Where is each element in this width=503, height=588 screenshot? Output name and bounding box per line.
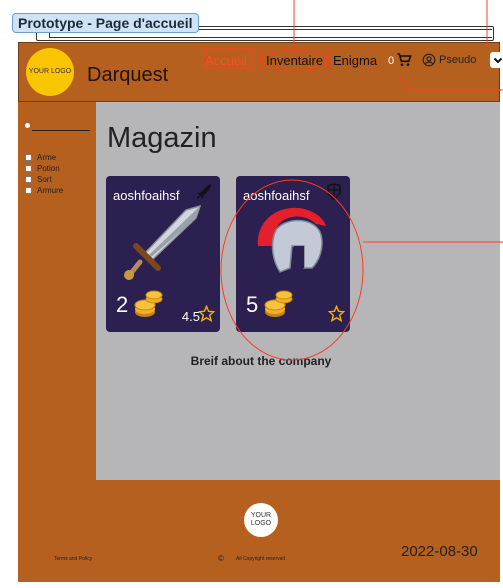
main-content: Magazin aoshfoaihsf 2 4.5 aoshfoaihsf 5 … [96, 102, 500, 480]
user-icon [422, 53, 436, 67]
nav-separator [203, 51, 204, 69]
header: YOUR LOGO Darquest Accueil Inventaire En… [18, 42, 503, 102]
star-icon[interactable] [328, 305, 345, 322]
coins-icon [134, 290, 163, 317]
checkbox[interactable] [25, 165, 32, 172]
brand-name: Darquest [87, 64, 169, 86]
footer: YOUR LOGO Terms and Policy © All Copyrig… [18, 480, 500, 582]
footer-date: 2022-08-30 [401, 543, 478, 560]
filter-potion[interactable]: Potion [25, 163, 63, 174]
product-price: 5 [246, 292, 259, 317]
sword-image [124, 204, 202, 280]
header-logo[interactable]: YOUR LOGO [26, 48, 74, 96]
star-icon[interactable] [198, 305, 215, 322]
product-name: aoshfoaihsf [113, 188, 180, 203]
filter-arme[interactable]: Arme [25, 152, 63, 163]
product-card[interactable]: aoshfoaihsf 5 [236, 176, 350, 332]
filter-label: Sort [37, 175, 52, 184]
checkbox[interactable] [25, 154, 32, 161]
sword-icon [196, 183, 212, 200]
page-title: Magazin [107, 122, 217, 154]
user-menu[interactable]: Pseudo [422, 52, 503, 68]
nav-enigma[interactable]: Enigma [333, 53, 377, 68]
product-card[interactable]: aoshfoaihsf 2 4.5 [106, 176, 220, 332]
filter-label: Armure [37, 186, 64, 195]
coins-icon [264, 290, 293, 317]
armor-icon [327, 183, 341, 201]
copyright-icon: © [218, 554, 224, 563]
product-price: 2 [116, 292, 129, 317]
product-name: aoshfoaihsf [243, 188, 310, 203]
checkbox[interactable] [25, 187, 32, 194]
about-text: Breif about the company [190, 354, 332, 368]
search-radio[interactable] [25, 123, 30, 128]
cart-count: 0 [388, 55, 395, 67]
sidebar: Arme Potion Sort Armure [18, 102, 96, 480]
nav-inventaire[interactable]: Inventaire [266, 53, 323, 68]
nav-separator [260, 51, 261, 69]
helmet-image [257, 207, 326, 273]
filter-armure[interactable]: Armure [25, 185, 63, 196]
filter-list: Arme Potion Sort Armure [25, 152, 63, 196]
prototype-label: Prototype - Page d'accueil [12, 13, 199, 33]
search-input[interactable] [32, 130, 90, 131]
copyright-text: All Copyright reserved [236, 556, 286, 562]
filter-sort[interactable]: Sort [25, 174, 63, 185]
page: Prototype - Page d'accueil YOUR LOGO Dar… [0, 0, 503, 588]
cart-icon[interactable] [396, 52, 412, 68]
username: Pseudo [439, 54, 477, 66]
filter-label: Potion [37, 164, 60, 173]
nav-accueil[interactable]: Accueil [205, 53, 247, 68]
nav-separator [328, 51, 329, 69]
checkbox[interactable] [25, 176, 32, 183]
filter-label: Arme [37, 153, 57, 162]
footer-logo[interactable]: YOUR LOGO [244, 503, 278, 537]
terms-link[interactable]: Terms and Policy [54, 556, 92, 562]
chevron-down-icon[interactable] [490, 52, 503, 68]
